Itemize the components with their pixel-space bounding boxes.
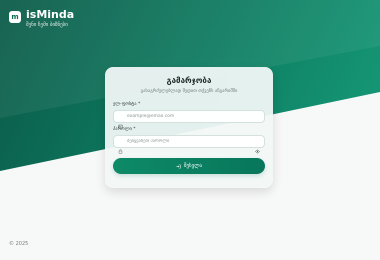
login-subtitle: გასაგრძელებლად შედით თქვენს ანგარიშში [140,89,238,94]
sign-in-icon [176,164,181,169]
email-input[interactable] [127,114,260,119]
login-title: გამარჯობა [166,76,212,85]
password-field[interactable] [113,135,265,154]
login-screen: m isMinda შენი ჩემი ბიზნესი გამარჯობა გა… [0,0,380,260]
eye-icon[interactable] [255,139,260,154]
password-input[interactable] [127,139,251,144]
brand-name: isMinda [26,8,75,21]
footer-copyright: © 2025 [9,241,29,247]
brand-header: m isMinda შენი ჩემი ბიზნესი [9,9,74,29]
mail-icon [118,114,123,129]
email-label: ელ-ფოსტა * [113,102,141,107]
brand-text: isMinda შენი ჩემი ბიზნესი [26,9,74,29]
email-field[interactable] [113,110,265,129]
logo-icon: m [9,11,21,23]
password-label: პაროლი * [113,127,136,132]
brand-tagline: შენი ჩემი ბიზნესი [26,22,68,28]
login-button[interactable]: შესვლა [113,158,265,174]
login-card: გამარჯობა გასაგრძელებლად შედით თქვენს ან… [105,67,273,188]
login-button-label: შესვლა [183,163,203,169]
lock-icon [118,139,123,154]
